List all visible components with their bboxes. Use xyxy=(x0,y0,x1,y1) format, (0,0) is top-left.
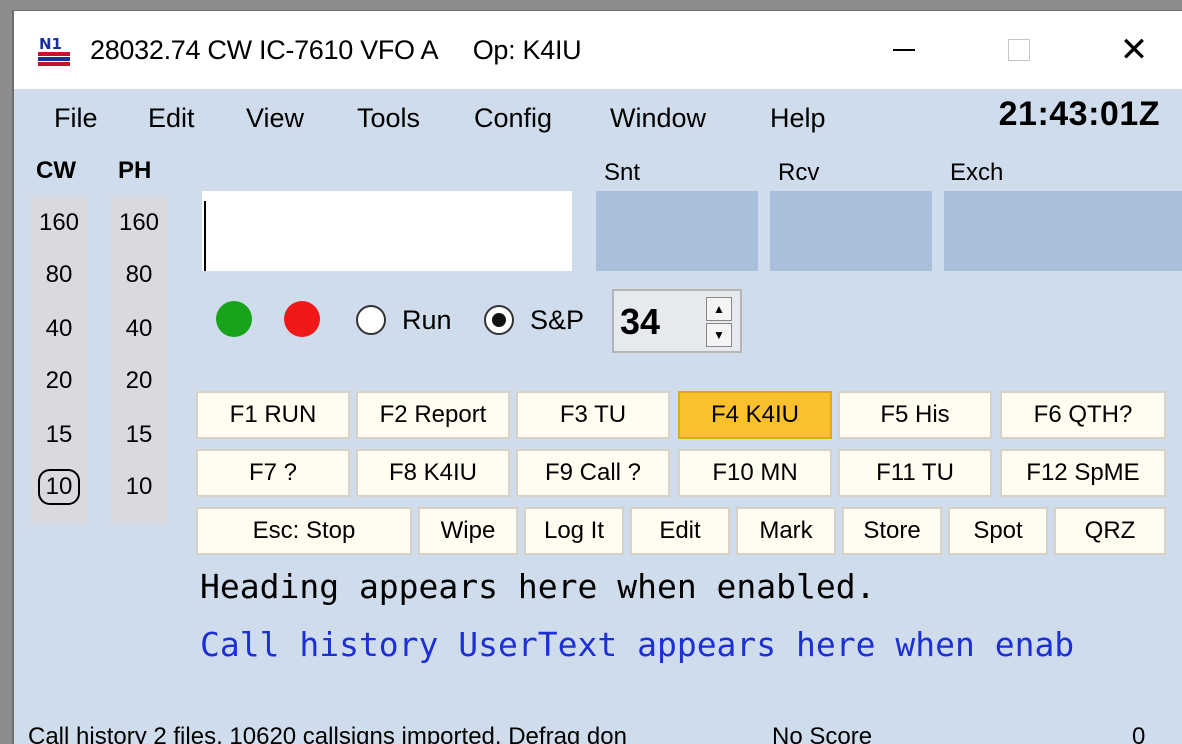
svg-text:N1: N1 xyxy=(39,35,62,53)
band-label: 20 xyxy=(125,367,153,394)
rcv-field[interactable] xyxy=(770,191,932,271)
band-label: 10 xyxy=(125,473,153,500)
sp-radio-label: S&P xyxy=(530,305,585,335)
score-status: No Score xyxy=(772,723,873,744)
green-status-led xyxy=(216,301,252,337)
log-it-button[interactable]: Log It xyxy=(524,507,624,555)
callsign-input[interactable] xyxy=(202,191,572,271)
minimize-button[interactable] xyxy=(874,25,934,75)
f11-tu-button[interactable]: F11 TU xyxy=(838,449,992,497)
menu-config[interactable]: Config xyxy=(474,103,552,134)
store-button[interactable]: Store xyxy=(842,507,942,555)
utc-clock: 21:43:01Z xyxy=(998,95,1160,133)
close-button[interactable]: ✕ xyxy=(1104,25,1164,75)
cw-band-160[interactable]: 160 xyxy=(30,197,88,249)
exch-field[interactable] xyxy=(944,191,1182,271)
f10-mn-button[interactable]: F10 MN xyxy=(678,449,832,497)
f3-tu-button[interactable]: F3 TU xyxy=(516,391,670,439)
f12-spme-button[interactable]: F12 SpME xyxy=(1000,449,1166,497)
count-status: 0 xyxy=(1132,723,1146,744)
edit-button[interactable]: Edit xyxy=(630,507,730,555)
rcv-label: Rcv xyxy=(778,159,820,186)
f8-mycall-button[interactable]: F8 K4IU xyxy=(356,449,510,497)
exch-label: Exch xyxy=(950,159,1004,186)
run-radio[interactable] xyxy=(356,305,386,335)
maximize-button[interactable] xyxy=(989,25,1049,75)
ph-band-15[interactable]: 15 xyxy=(110,409,168,461)
cw-band-40[interactable]: 40 xyxy=(30,303,88,355)
minimize-icon xyxy=(893,49,915,51)
band-label: 40 xyxy=(125,315,153,342)
f6-qth-button[interactable]: F6 QTH? xyxy=(1000,391,1166,439)
maximize-icon xyxy=(1008,39,1030,61)
ph-band-40[interactable]: 40 xyxy=(110,303,168,355)
sp-radio[interactable] xyxy=(484,305,514,335)
f4-mycall-button[interactable]: F4 K4IU xyxy=(678,391,832,439)
band-label: 160 xyxy=(38,209,80,236)
band-label: 80 xyxy=(125,261,153,288)
band-label: 160 xyxy=(118,209,160,236)
serial-spinner[interactable]: 34 ▲ ▼ xyxy=(612,289,742,353)
text-caret xyxy=(204,201,206,271)
serial-value: 34 xyxy=(620,301,661,342)
call-history-text: Call history UserText appears here when … xyxy=(200,625,1075,664)
menu-window[interactable]: Window xyxy=(610,103,706,134)
cw-band-15[interactable]: 15 xyxy=(30,409,88,461)
wipe-button[interactable]: Wipe xyxy=(418,507,518,555)
menu-tools[interactable]: Tools xyxy=(357,103,420,134)
f2-report-button[interactable]: F2 Report xyxy=(356,391,510,439)
status-message: Call history 2 files, 10620 callsigns im… xyxy=(28,723,627,744)
cw-band-header: CW xyxy=(36,157,76,184)
ph-band-header: PH xyxy=(118,157,152,184)
close-icon: ✕ xyxy=(1119,30,1149,70)
f7-button[interactable]: F7 ? xyxy=(196,449,350,497)
title-bar[interactable]: N1 28032.74 CW IC-7610 VFO A Op: K4IU ✕ xyxy=(14,11,1182,89)
mark-button[interactable]: Mark xyxy=(736,507,836,555)
spinner-down-icon[interactable]: ▼ xyxy=(706,323,732,347)
f1-run-button[interactable]: F1 RUN xyxy=(196,391,350,439)
window-title: 28032.74 CW IC-7610 VFO A Op: K4IU xyxy=(90,35,582,65)
ph-band-20[interactable]: 20 xyxy=(110,355,168,407)
logger-window: N1 28032.74 CW IC-7610 VFO A Op: K4IU ✕ … xyxy=(12,10,1182,744)
menu-file[interactable]: File xyxy=(54,103,98,134)
menu-edit[interactable]: Edit xyxy=(148,103,195,134)
ph-band-160[interactable]: 160 xyxy=(110,197,168,249)
menu-help[interactable]: Help xyxy=(770,103,826,134)
ph-band-column: 160 80 40 20 15 10 xyxy=(110,197,168,523)
snt-field[interactable] xyxy=(596,191,758,271)
radio-selected-dot xyxy=(492,313,506,327)
band-label: 20 xyxy=(45,367,73,394)
band-label: 40 xyxy=(45,315,73,342)
ph-band-10[interactable]: 10 xyxy=(110,461,168,513)
band-label: 80 xyxy=(45,261,73,288)
spot-button[interactable]: Spot xyxy=(948,507,1048,555)
band-label-selected: 10 xyxy=(37,469,81,505)
band-label: 15 xyxy=(125,421,153,448)
cw-band-column: 160 80 40 20 15 10 xyxy=(30,197,88,523)
cw-band-10[interactable]: 10 xyxy=(30,461,88,513)
band-label: 15 xyxy=(45,421,73,448)
menu-view[interactable]: View xyxy=(246,103,304,134)
cw-band-20[interactable]: 20 xyxy=(30,355,88,407)
red-status-led xyxy=(284,301,320,337)
spinner-up-icon[interactable]: ▲ xyxy=(706,297,732,321)
f5-his-button[interactable]: F5 His xyxy=(838,391,992,439)
ph-band-80[interactable]: 80 xyxy=(110,249,168,301)
heading-info-text: Heading appears here when enabled. xyxy=(200,567,876,606)
f9-call-button[interactable]: F9 Call ? xyxy=(516,449,670,497)
esc-stop-button[interactable]: Esc: Stop xyxy=(196,507,412,555)
n1mm-logo-icon: N1 xyxy=(38,33,70,67)
run-radio-label: Run xyxy=(402,305,452,335)
cw-band-80[interactable]: 80 xyxy=(30,249,88,301)
snt-label: Snt xyxy=(604,159,641,186)
qrz-button[interactable]: QRZ xyxy=(1054,507,1166,555)
